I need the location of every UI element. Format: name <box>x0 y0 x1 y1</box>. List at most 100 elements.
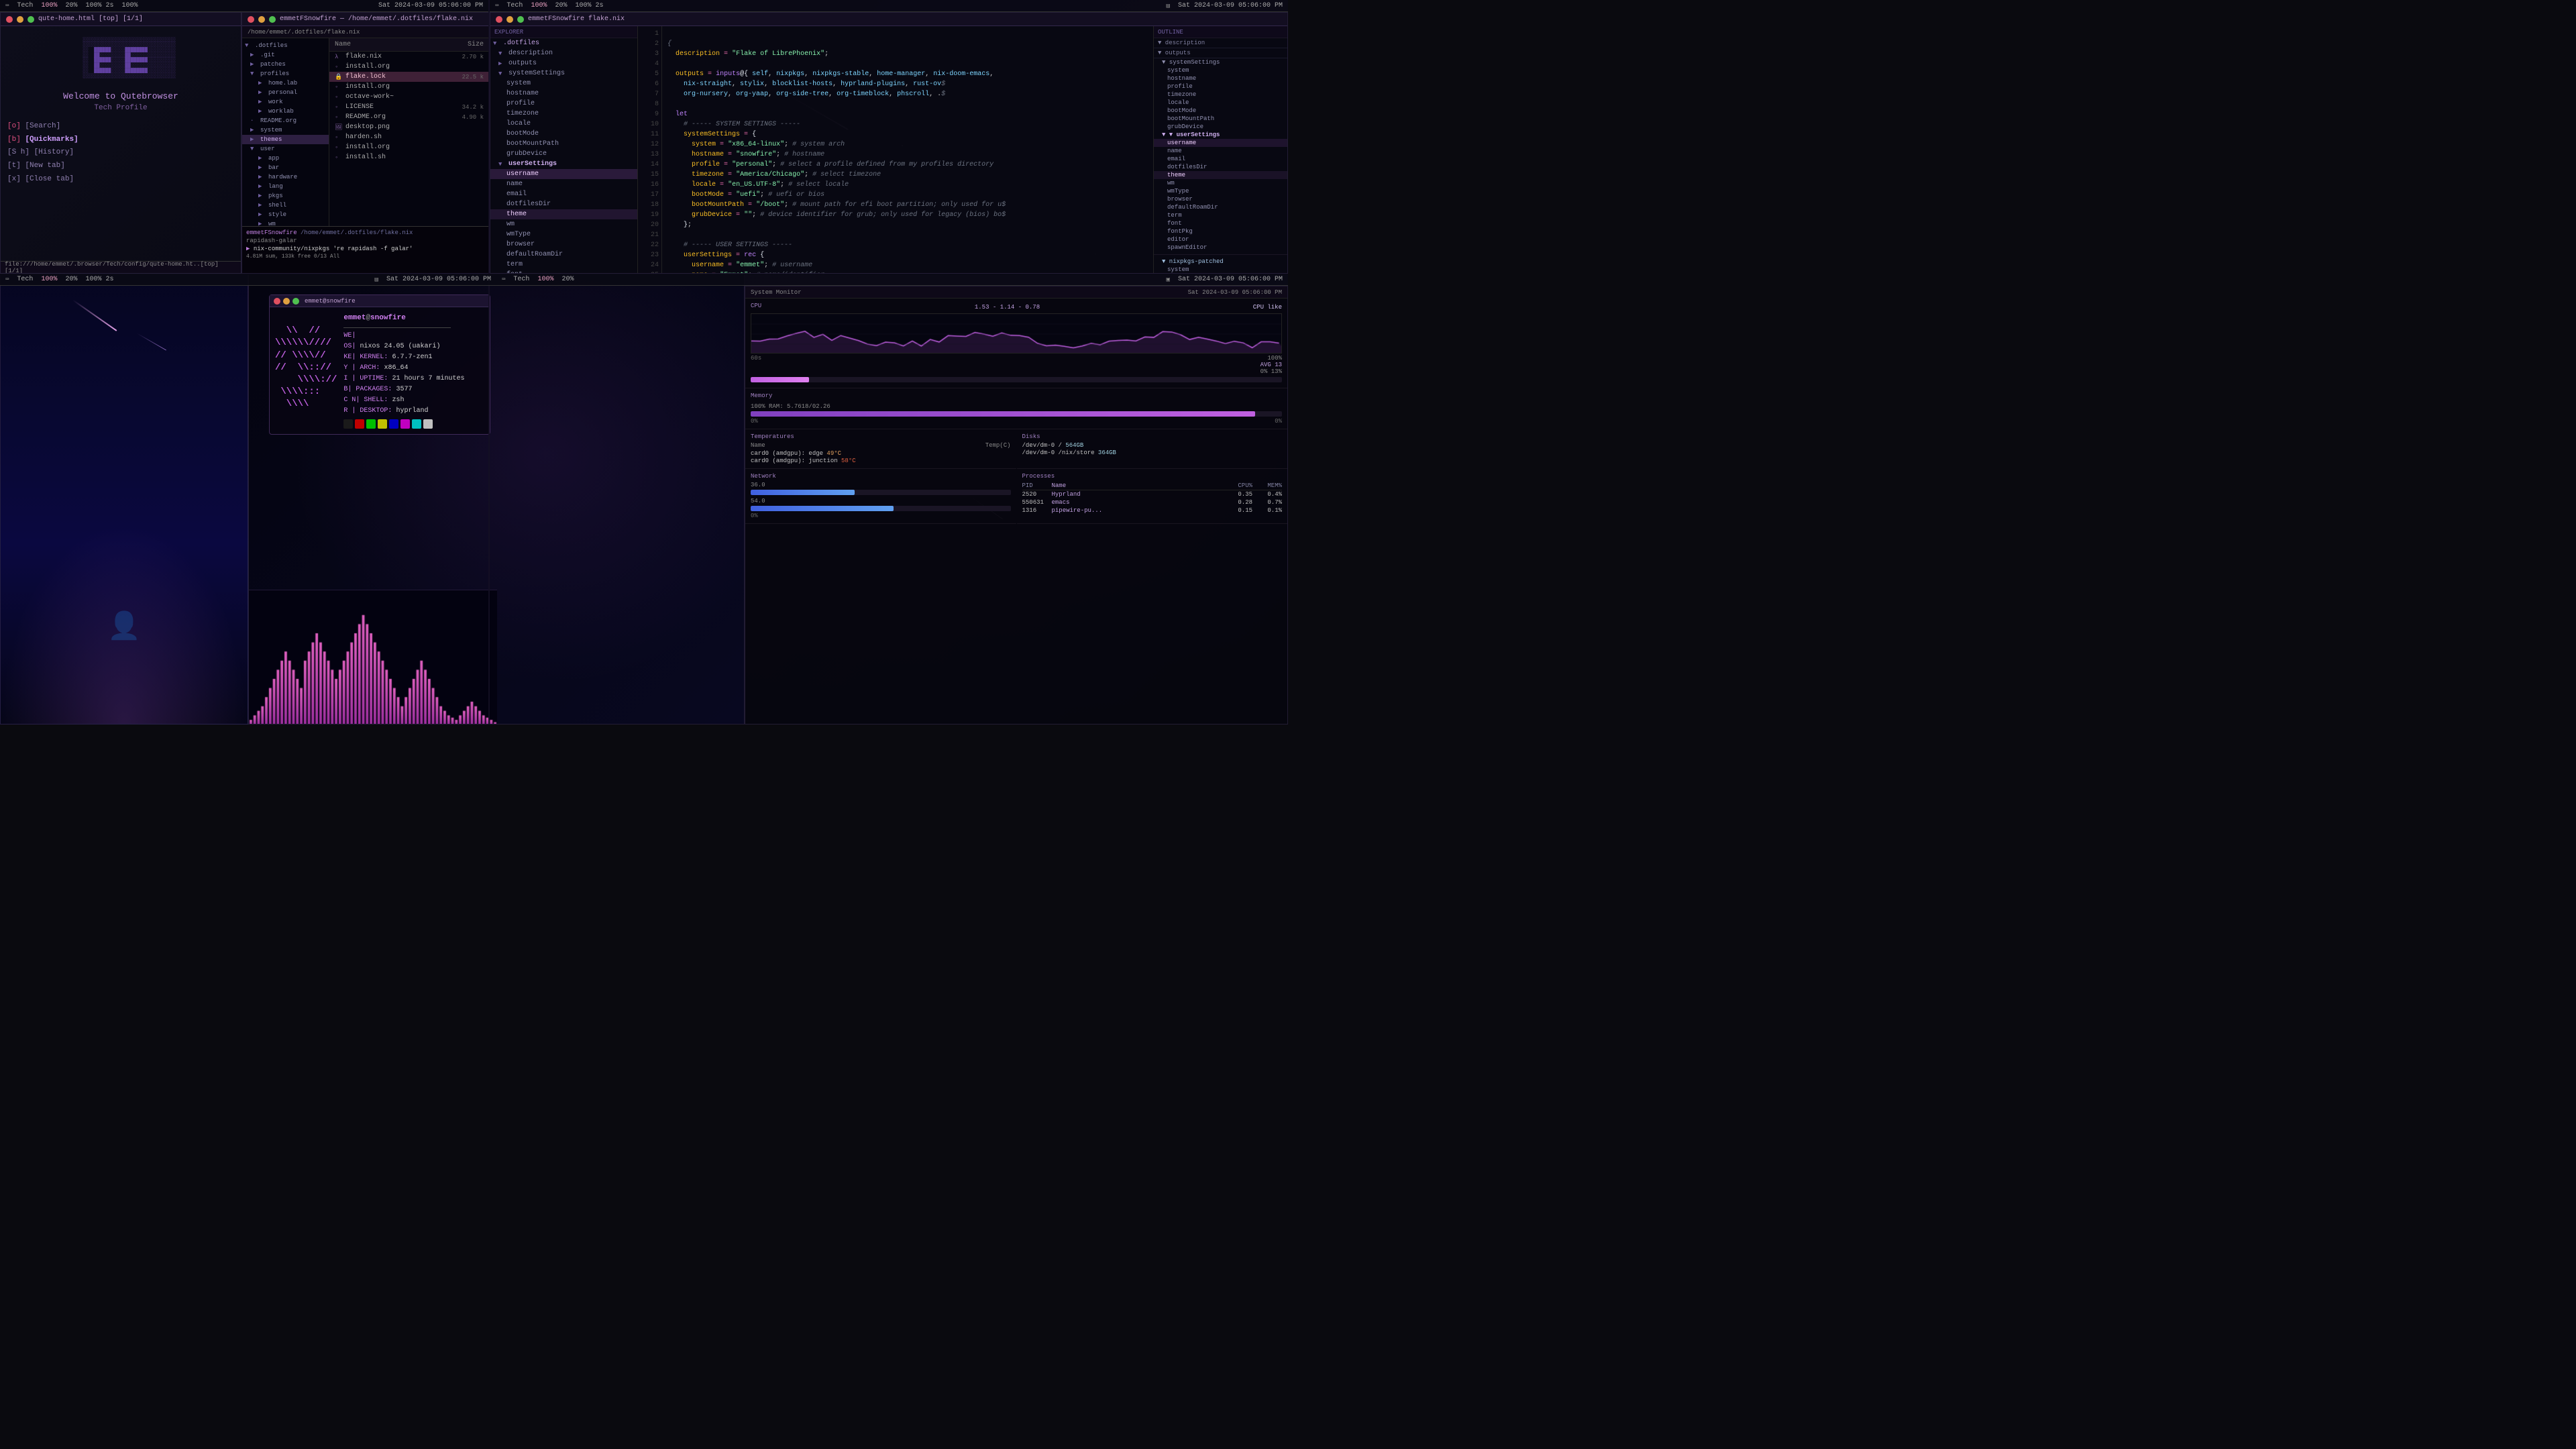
tree-sys-grubdevice[interactable]: grubDevice <box>490 149 637 159</box>
bottom-left-window: 👤 <box>0 274 248 724</box>
outline-fontpkg[interactable]: fontPkg <box>1154 227 1287 235</box>
tree-hardware[interactable]: ▶ hardware <box>242 172 329 182</box>
outline-nixpkgs[interactable]: ▼ nixpkgs-patched <box>1154 258 1287 266</box>
outline-hostname[interactable]: hostname <box>1154 74 1287 83</box>
fm-file-desktop[interactable]: 🖼 desktop.png <box>329 122 489 132</box>
outline-system[interactable]: system <box>1154 66 1287 74</box>
outline-grub[interactable]: grubDevice <box>1154 123 1287 131</box>
tree-username[interactable]: username <box>490 169 637 179</box>
qb-menu-search[interactable]: [o] [Search] <box>7 120 234 133</box>
outline-np-system[interactable]: system <box>1154 266 1287 273</box>
tree-system[interactable]: ▶ system <box>242 125 329 135</box>
outline-locale[interactable]: locale <box>1154 99 1287 107</box>
tree-sys-hostname[interactable]: hostname <box>490 89 637 99</box>
tree-dotfilesdir[interactable]: dotfilesDir <box>490 199 637 209</box>
tree-style[interactable]: ▶ style <box>242 210 329 219</box>
tree-lang[interactable]: ▶ lang <box>242 182 329 191</box>
tree-wm[interactable]: wm <box>490 219 637 229</box>
editor-max-button[interactable] <box>517 16 524 23</box>
tree-pkgs[interactable]: ▶ pkgs <box>242 191 329 201</box>
tree-readme1[interactable]: · README.org <box>242 116 329 125</box>
maximize-button[interactable] <box>28 16 34 23</box>
fm-max-button[interactable] <box>269 16 276 23</box>
nf-min[interactable] <box>283 298 290 305</box>
tree-worklab[interactable]: ▶ worklab <box>242 107 329 116</box>
tree-user-settings[interactable]: ▼ userSettings <box>490 159 637 169</box>
fm-file-flakenix[interactable]: λ flake.nix 2.70 k <box>329 52 489 62</box>
tree-theme[interactable]: theme <box>490 209 637 219</box>
tree-term[interactable]: term <box>490 260 637 270</box>
close-button[interactable] <box>6 16 13 23</box>
fm-file-flakelock[interactable]: 🔒 flake.lock 22.5 k <box>329 72 489 82</box>
nf-close[interactable] <box>274 298 280 305</box>
tree-homelab[interactable]: ▶ home.lab <box>242 78 329 88</box>
fm-file-harden[interactable]: ◦ harden.sh <box>329 132 489 142</box>
outline-username[interactable]: username <box>1154 139 1287 147</box>
outline-name[interactable]: name <box>1154 147 1287 155</box>
outline-system-settings[interactable]: ▼ systemSettings <box>1154 58 1287 66</box>
outline-theme[interactable]: theme <box>1154 171 1287 179</box>
outline-user-settings[interactable]: ▼ ▼ userSettings <box>1154 131 1287 139</box>
fm-file-octave[interactable]: ◦ octave-work~ <box>329 92 489 102</box>
fm-file-install2[interactable]: ◦ install.org <box>329 82 489 92</box>
tree-sys-timezone[interactable]: timezone <box>490 109 637 119</box>
qb-menu-newtab[interactable]: [t] [New tab] <box>7 160 234 173</box>
tree-defaultroamdir[interactable]: defaultRoamDir <box>490 250 637 260</box>
tree-outputs[interactable]: ▶ outputs <box>490 58 637 68</box>
outline-wm[interactable]: wm <box>1154 179 1287 187</box>
fm-file-installorg[interactable]: ◦ install.org <box>329 62 489 72</box>
tree-sys-profile[interactable]: profile <box>490 99 637 109</box>
qb-menu-history[interactable]: [S h] [History] <box>7 146 234 160</box>
tree-themes[interactable]: ▶ themes <box>242 135 329 144</box>
outline-wmtype[interactable]: wmType <box>1154 187 1287 195</box>
tree-app[interactable]: ▶ app <box>242 154 329 163</box>
editor-close-button[interactable] <box>496 16 502 23</box>
fm-file-installsh[interactable]: ◦ install.org <box>329 142 489 152</box>
outline-defaultroam[interactable]: defaultRoamDir <box>1154 203 1287 211</box>
outline-bootmode[interactable]: bootMode <box>1154 107 1287 115</box>
outline-bootmount[interactable]: bootMountPath <box>1154 115 1287 123</box>
tree-sys-system[interactable]: system <box>490 78 637 89</box>
tree-git[interactable]: ▶ .git <box>242 50 329 60</box>
tree-sys-locale[interactable]: locale <box>490 119 637 129</box>
fm-file-readme[interactable]: ◦ README.org 4.90 k <box>329 112 489 122</box>
tree-shell[interactable]: ▶ shell <box>242 201 329 210</box>
tree-wmtype[interactable]: wmType <box>490 229 637 239</box>
qb-menu-closetab[interactable]: [x] [Close tab] <box>7 173 234 186</box>
outline-description[interactable]: ▼ description <box>1154 38 1287 48</box>
fm-min-button[interactable] <box>258 16 265 23</box>
tree-sys-bootmode[interactable]: bootMode <box>490 129 637 139</box>
outline-profile[interactable]: profile <box>1154 83 1287 91</box>
tree-sys-bootmountpath[interactable]: bootMountPath <box>490 139 637 149</box>
outline-email[interactable]: email <box>1154 155 1287 163</box>
tree-description[interactable]: ▼ description <box>490 48 637 58</box>
qb-menu-quickmarks[interactable]: [b] [Quickmarks] <box>7 133 234 147</box>
nf-max[interactable] <box>292 298 299 305</box>
outline-outputs[interactable]: ▼ outputs <box>1154 48 1287 58</box>
outline-spawned[interactable]: spawnEditor <box>1154 244 1287 252</box>
outline-browser[interactable]: browser <box>1154 195 1287 203</box>
tree-dotfiles[interactable]: ▼ .dotfiles <box>242 41 329 50</box>
tree-browser[interactable]: browser <box>490 239 637 250</box>
fm-file-installsh2[interactable]: ◦ install.sh <box>329 152 489 162</box>
outline-editor-field[interactable]: editor <box>1154 235 1287 244</box>
tree-user[interactable]: ▼ user <box>242 144 329 154</box>
tree-patches[interactable]: ▶ patches <box>242 60 329 69</box>
minimize-button[interactable] <box>17 16 23 23</box>
fm-file-license[interactable]: ◦ LICENSE 34.2 k <box>329 102 489 112</box>
outline-term[interactable]: term <box>1154 211 1287 219</box>
tree-bar[interactable]: ▶ bar <box>242 163 329 172</box>
tree-work[interactable]: ▶ work <box>242 97 329 107</box>
tree-root-dotfiles[interactable]: ▼ .dotfiles <box>490 38 637 48</box>
tree-personal[interactable]: ▶ personal <box>242 88 329 97</box>
tree-system-settings[interactable]: ▼ systemSettings <box>490 68 637 78</box>
code-content[interactable]: { description = "Flake of LibrePhoenix";… <box>662 26 1153 273</box>
tree-email[interactable]: email <box>490 189 637 199</box>
editor-min-button[interactable] <box>506 16 513 23</box>
tree-profiles[interactable]: ▼ profiles <box>242 69 329 78</box>
outline-timezone[interactable]: timezone <box>1154 91 1287 99</box>
fm-close-button[interactable] <box>248 16 254 23</box>
outline-dotfilesdir[interactable]: dotfilesDir <box>1154 163 1287 171</box>
tree-name[interactable]: name <box>490 179 637 189</box>
outline-font[interactable]: font <box>1154 219 1287 227</box>
